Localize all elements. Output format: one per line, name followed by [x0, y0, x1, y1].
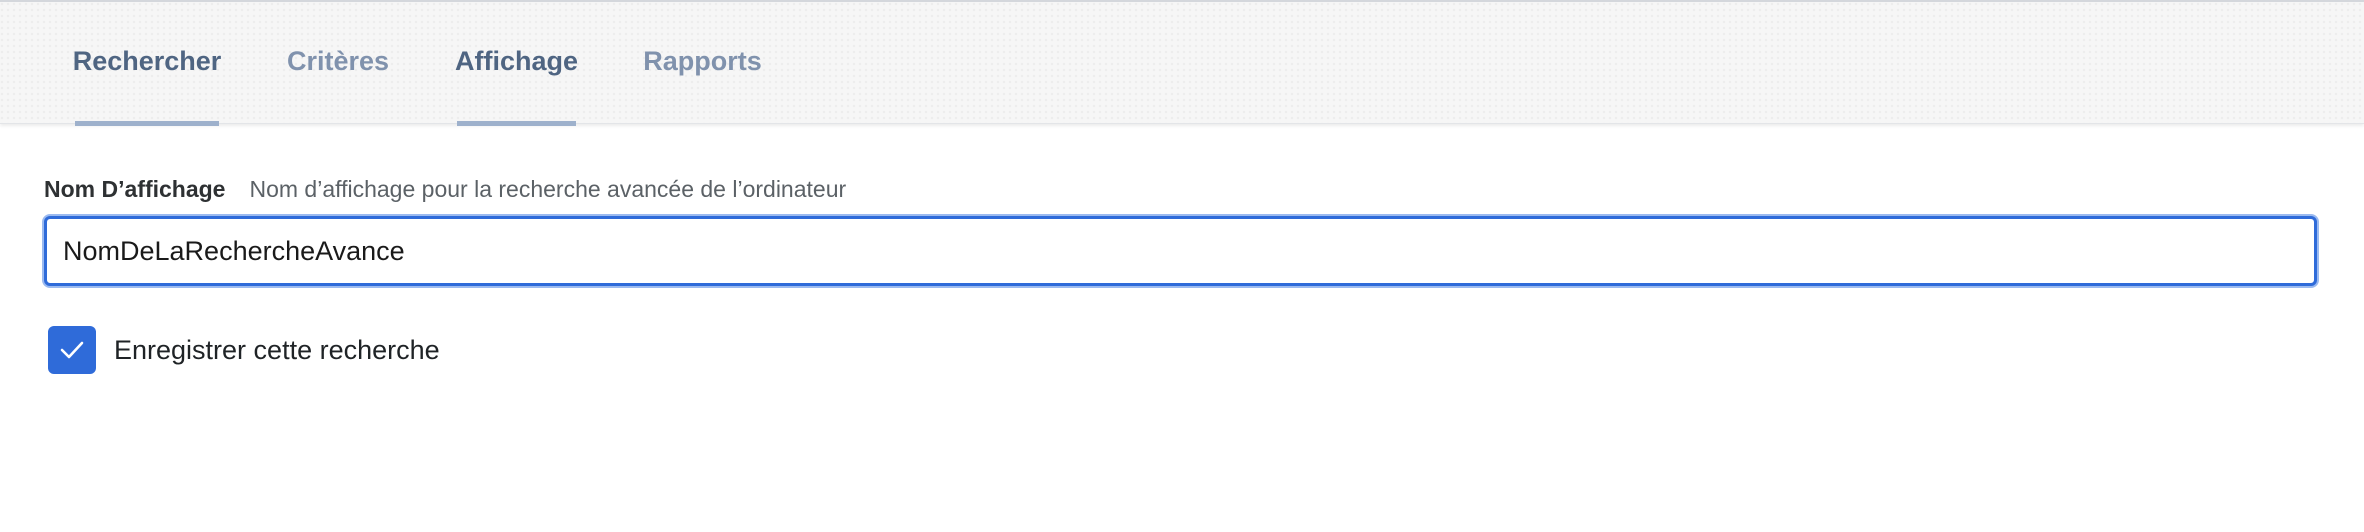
save-search-option[interactable]: Enregistrer cette recherche: [48, 326, 440, 374]
tab-affichage[interactable]: Affichage: [455, 2, 578, 126]
save-search-checkbox[interactable]: [48, 326, 96, 374]
display-name-label-row: Nom D’affichage Nom d’affichage pour la …: [44, 176, 846, 203]
tab-bar: Rechercher Critères Affichage Rapports: [0, 0, 2364, 126]
tab-rechercher[interactable]: Rechercher: [73, 2, 221, 126]
display-name-help-text: Nom d’affichage pour la recherche avancé…: [249, 176, 847, 202]
display-name-field-wrapper: [44, 216, 2317, 286]
save-search-label: Enregistrer cette recherche: [114, 334, 440, 365]
display-name-label: Nom D’affichage: [44, 176, 226, 202]
tab-criteres[interactable]: Critères: [287, 2, 389, 126]
tab-rapports[interactable]: Rapports: [643, 2, 762, 126]
checkmark-icon: [60, 341, 84, 359]
display-name-input[interactable]: [47, 219, 2314, 283]
